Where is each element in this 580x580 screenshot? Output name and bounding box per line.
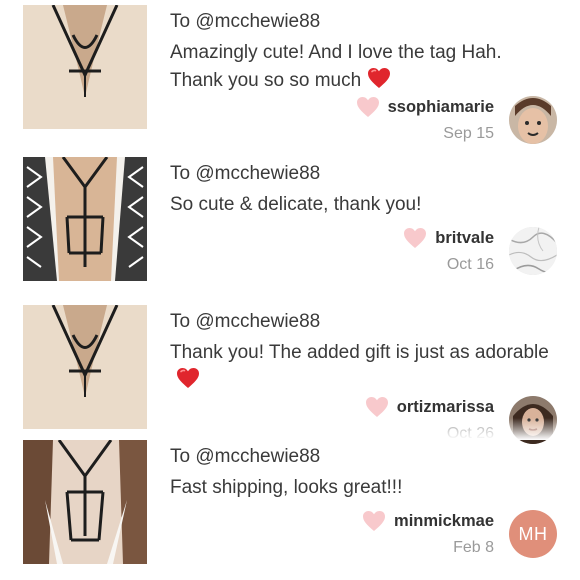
heart-emoji-icon xyxy=(176,367,200,398)
like-heart-icon[interactable] xyxy=(356,96,380,118)
reviewer-avatar[interactable] xyxy=(509,96,557,144)
reviewer-username[interactable]: britvale xyxy=(435,229,494,248)
reviewer-username[interactable]: minmickmae xyxy=(394,512,494,531)
review-meta: britvale Oct 16 xyxy=(403,227,494,274)
product-thumbnail[interactable] xyxy=(23,157,147,281)
like-heart-icon[interactable] xyxy=(403,227,427,249)
review-message: So cute & delicate, thank you! xyxy=(170,194,422,215)
review-message: Amazingly cute! And I love the tag Hah. … xyxy=(170,39,550,98)
recipient-line: To @mcchewie88 xyxy=(170,311,321,332)
review-meta: minmickmae Feb 8 xyxy=(362,510,494,557)
review-date: Feb 8 xyxy=(453,539,494,556)
reviewer-avatar-initials[interactable]: MH xyxy=(509,510,557,558)
reviewer-avatar[interactable] xyxy=(509,227,557,275)
reviewer-username[interactable]: ortizmarissa xyxy=(397,398,494,417)
review-meta: ssophiamarie Sep 15 xyxy=(356,96,494,143)
recipient-line: To @mcchewie88 xyxy=(170,11,321,32)
review-date: Oct 16 xyxy=(446,256,494,273)
review-date: Sep 15 xyxy=(443,125,494,142)
recipient-line: To @mcchewie88 xyxy=(170,163,321,184)
product-thumbnail[interactable] xyxy=(23,5,147,129)
review-message: Fast shipping, looks great!!! xyxy=(170,477,403,498)
scroll-fade xyxy=(380,418,580,440)
product-thumbnail[interactable] xyxy=(23,440,147,564)
like-heart-icon[interactable] xyxy=(362,510,386,532)
review-message: Thank you! The added gift is just as ado… xyxy=(170,339,550,398)
recipient-line: To @mcchewie88 xyxy=(170,446,321,467)
product-thumbnail[interactable] xyxy=(23,305,147,429)
heart-emoji-icon xyxy=(367,67,391,98)
reviewer-username[interactable]: ssophiamarie xyxy=(388,98,494,117)
like-heart-icon[interactable] xyxy=(365,396,389,418)
